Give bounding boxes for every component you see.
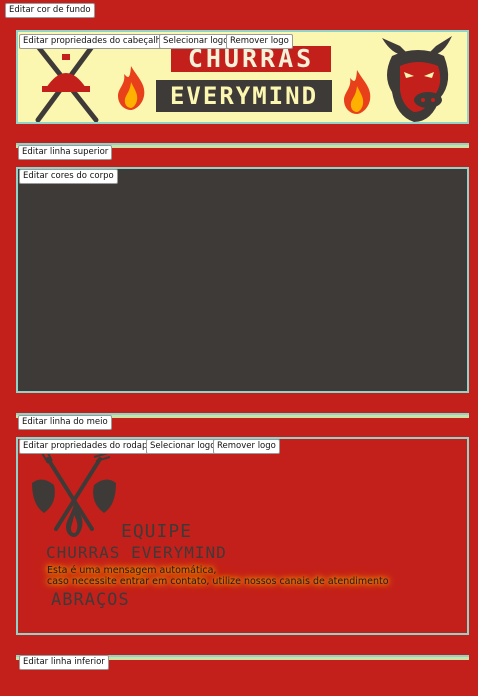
footer-message-line-1: Esta é uma mensagem automática, xyxy=(47,565,217,576)
crossed-forks-icon xyxy=(32,453,116,537)
edit-footer-properties-button[interactable]: Editar propriedades do rodapé xyxy=(19,439,157,454)
header-remove-logo-button[interactable]: Remover logo xyxy=(226,34,293,49)
edit-body-colors-button[interactable]: Editar cores do corpo xyxy=(19,169,118,184)
edit-middle-line-button[interactable]: Editar linha do meio xyxy=(18,415,112,430)
footer-team-text: EQUIPE xyxy=(121,521,193,542)
footer-select-logo-button[interactable]: Selecionar logo xyxy=(146,439,220,454)
footer-farewell-text: ABRAÇOS xyxy=(51,590,130,610)
body-panel xyxy=(16,167,469,393)
flame-icon xyxy=(344,70,371,114)
header-select-logo-button[interactable]: Selecionar logo xyxy=(159,34,233,49)
footer-panel: EQUIPE CHURRAS EVERYMIND Esta é uma mens… xyxy=(16,437,469,635)
footer-auto-message: Esta é uma mensagem automática, caso nec… xyxy=(47,565,389,587)
edit-bottom-line-button[interactable]: Editar linha inferior xyxy=(19,655,109,670)
edit-background-color-button[interactable]: Editar cor de fundo xyxy=(5,3,95,18)
edit-top-line-button[interactable]: Editar linha superior xyxy=(18,145,113,160)
bull-head-icon xyxy=(382,36,452,122)
footer-remove-logo-button[interactable]: Remover logo xyxy=(213,439,280,454)
edit-header-properties-button[interactable]: Editar propriedades do cabeçalho xyxy=(19,34,171,49)
footer-message-line-2: caso necessite entrar em contato, utiliz… xyxy=(47,576,389,587)
banner-title-top: CHURRAS xyxy=(171,46,331,72)
footer-brand-text: CHURRAS EVERYMIND xyxy=(46,543,227,562)
banner-title-bottom: EVERYMIND xyxy=(156,80,332,112)
flame-icon xyxy=(118,66,145,110)
